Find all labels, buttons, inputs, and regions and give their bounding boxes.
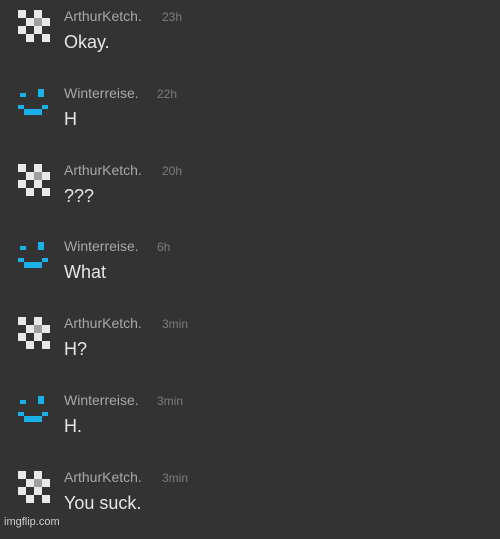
- message-item: ArthurKetch. 20h ???: [0, 162, 500, 232]
- message-text: Okay.: [64, 32, 110, 52]
- message-text: You suck.: [64, 493, 142, 513]
- message-item: ArthurKetch. 3min H?: [0, 315, 500, 385]
- author-name[interactable]: ArthurKetch.: [64, 8, 142, 24]
- timestamp: 22h: [157, 87, 178, 101]
- pixel-smiley-avatar-icon[interactable]: [18, 240, 54, 276]
- author-name[interactable]: ArthurKetch.: [64, 315, 142, 331]
- author-name[interactable]: ArthurKetch.: [64, 469, 142, 485]
- pixel-cross-avatar-icon[interactable]: [18, 471, 54, 507]
- timestamp: 23h: [162, 10, 183, 24]
- message-item: Winterreise. 22h H: [0, 85, 500, 155]
- pixel-cross-avatar-icon[interactable]: [18, 10, 54, 46]
- pixel-smiley-avatar-icon[interactable]: [18, 87, 54, 123]
- author-name[interactable]: Winterreise.: [64, 392, 139, 408]
- timestamp: 3min: [162, 471, 189, 485]
- message-text: H: [64, 109, 77, 129]
- author-name[interactable]: Winterreise.: [64, 85, 139, 101]
- author-name[interactable]: Winterreise.: [64, 238, 139, 254]
- message-item: ArthurKetch. 3min You suck.: [0, 469, 500, 539]
- message-feed: ArthurKetch. 23h Okay. Winterreise. 22h …: [0, 0, 500, 532]
- timestamp: 6h: [157, 240, 171, 254]
- message-text: ???: [64, 186, 95, 206]
- message-text: H.: [64, 416, 82, 436]
- message-text: What: [64, 262, 107, 282]
- message-item: Winterreise. 6h What: [0, 238, 500, 308]
- pixel-cross-avatar-icon[interactable]: [18, 164, 54, 200]
- timestamp: 20h: [162, 164, 183, 178]
- watermark-text: imgflip.com: [4, 516, 60, 528]
- timestamp: 3min: [162, 317, 189, 331]
- pixel-cross-avatar-icon[interactable]: [18, 317, 54, 353]
- message-item: ArthurKetch. 23h Okay.: [0, 8, 500, 78]
- pixel-smiley-avatar-icon[interactable]: [18, 394, 54, 430]
- author-name[interactable]: ArthurKetch.: [64, 162, 142, 178]
- message-item: Winterreise. 3min H.: [0, 392, 500, 462]
- message-text: H?: [64, 339, 88, 359]
- timestamp: 3min: [157, 394, 184, 408]
